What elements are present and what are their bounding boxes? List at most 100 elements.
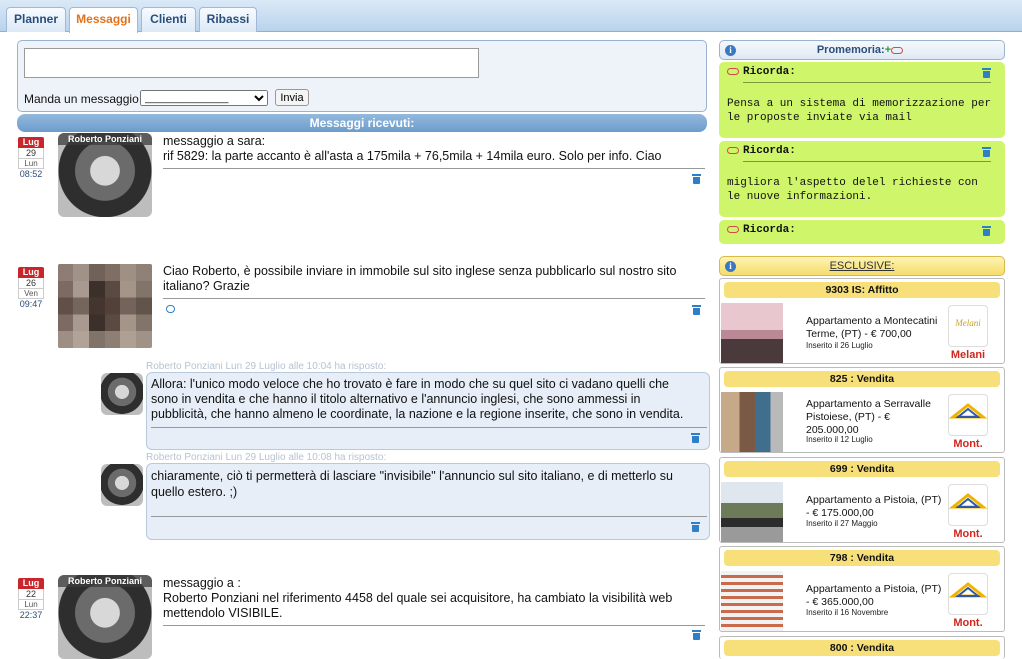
trash-icon[interactable]	[692, 630, 701, 640]
avatar	[101, 373, 143, 415]
cloud-icon	[891, 46, 904, 54]
listing-title: 9303 IS: Affitto	[724, 282, 1000, 298]
recipient-select[interactable]: _______________	[140, 90, 268, 106]
trash-icon[interactable]	[692, 305, 701, 315]
listing-title: 825 : Vendita	[724, 371, 1000, 387]
reminder-heading-text: Ricorda:	[743, 66, 796, 78]
cloud-icon	[727, 67, 739, 75]
listing-desc-line: Appartamento a Pistoia, (PT)	[806, 583, 942, 595]
exclusive-header: i ESCLUSIVE:	[719, 256, 1005, 276]
trash-icon[interactable]	[982, 147, 991, 157]
avatar	[101, 464, 143, 506]
agency-logo-text: Melani	[955, 318, 981, 328]
agency-name: Melani	[950, 349, 986, 361]
agency-name: Mont.	[953, 617, 983, 629]
reminders-title: Promemoria:	[816, 44, 885, 56]
listing-desc-line: Terme, (PT) - € 700,00	[806, 328, 912, 340]
tab-messaggi[interactable]: Messaggi	[69, 7, 138, 33]
reply-line: chiaramente, ciò ti permetterà di lascia…	[151, 469, 673, 483]
avatar-name: Roberto Ponziani	[58, 133, 152, 145]
trash-icon[interactable]	[692, 174, 701, 184]
reminder-line: le proposte inviate via mail	[727, 112, 912, 124]
message-line: rif 5829: la parte accanto è all'asta a …	[163, 149, 662, 163]
message-textarea[interactable]	[24, 48, 479, 78]
info-icon: i	[725, 261, 736, 272]
divider	[163, 168, 705, 169]
listing-title: 798 : Vendita	[724, 550, 1000, 566]
listing-card[interactable]: 800 : Vendita	[719, 636, 1005, 659]
send-button[interactable]: Invia	[275, 89, 309, 106]
tab-clienti[interactable]: Clienti	[141, 7, 196, 32]
message-line: Ciao Roberto, è possibile inviare in imm…	[163, 264, 677, 278]
agency-name: Mont.	[953, 438, 983, 450]
reminder-heading: Ricorda:	[727, 145, 796, 157]
reminder-heading: Ricorda:	[727, 66, 796, 78]
listing-desc-line: Appartamento a Serravalle	[806, 398, 931, 410]
divider	[151, 516, 707, 517]
date-month: Lug	[18, 137, 44, 148]
trash-icon[interactable]	[982, 68, 991, 78]
agency-name: Mont.	[953, 528, 983, 540]
cloud-icon	[727, 225, 739, 233]
date-weekday: Lun	[18, 600, 44, 610]
trash-icon[interactable]	[691, 433, 700, 443]
date-time: 22:37	[19, 610, 43, 620]
message-line: Roberto Ponziani nel riferimento 4458 de…	[163, 591, 673, 605]
agency-logo: Melani	[948, 305, 988, 347]
listing-desc-line: Appartamento a Pistoia, (PT)	[806, 494, 942, 506]
info-icon: i	[725, 45, 736, 56]
reply-header: Roberto Ponziani Lun 29 Luglio alle 10:0…	[146, 452, 387, 463]
listing-title: 699 : Vendita	[724, 461, 1000, 477]
reply-icon[interactable]	[166, 305, 175, 313]
listing-photo	[721, 571, 783, 631]
avatar	[58, 264, 152, 348]
reply-line: Allora: l'unico modo veloce che ho trova…	[151, 377, 669, 391]
date-weekday: Ven	[18, 289, 44, 299]
agency-logo	[948, 484, 988, 526]
reminder-line: migliora l'aspetto delel richieste con	[727, 177, 978, 189]
trash-icon[interactable]	[691, 522, 700, 532]
reply-line: quello estero. ;)	[151, 485, 238, 499]
date-day: 22	[18, 589, 44, 600]
message-line: mettendolo VISIBILE.	[163, 606, 283, 620]
listing-photo	[721, 482, 783, 542]
reminder-heading-text: Ricorda:	[743, 145, 796, 157]
listing-inserted-date: Inserito il 12 Luglio	[806, 435, 873, 444]
date-badge: Lug 22 Lun 22:37	[18, 578, 44, 621]
date-time: 09:47	[19, 299, 43, 309]
reminder-note: Ricorda: migliora l'aspetto delel richie…	[719, 141, 1005, 217]
agency-logo	[948, 573, 988, 615]
date-day: 29	[18, 148, 44, 159]
divider	[743, 82, 991, 83]
reminder-heading-text: Ricorda:	[743, 224, 796, 236]
divider	[163, 298, 705, 299]
date-day: 26	[18, 278, 44, 289]
listing-card[interactable]: 699 : Vendita Appartamento a Pistoia, (P…	[719, 457, 1005, 543]
tab-ribassi[interactable]: Ribassi	[199, 7, 257, 32]
listing-desc-line: Appartamento a Montecatini	[806, 315, 938, 327]
received-messages-title: Messaggi ricevuti:	[17, 114, 707, 132]
house-icon	[948, 403, 988, 419]
date-weekday: Lun	[18, 159, 44, 169]
reminder-note: Ricorda: Pensa a un sistema di memorizza…	[719, 62, 1005, 138]
listing-card[interactable]: 825 : Vendita Appartamento a Serravalle …	[719, 367, 1005, 453]
listing-card[interactable]: 9303 IS: Affitto Appartamento a Montecat…	[719, 278, 1005, 364]
listing-inserted-date: Inserito il 27 Maggio	[806, 519, 878, 528]
listing-card[interactable]: 798 : Vendita Appartamento a Pistoia, (P…	[719, 546, 1005, 632]
trash-icon[interactable]	[982, 226, 991, 236]
avatar: Roberto Ponziani	[58, 575, 152, 659]
exclusive-title[interactable]: ESCLUSIVE:	[830, 260, 895, 272]
reminder-body: Pensa a un sistema di memorizzazione per…	[727, 97, 997, 125]
reply-header: Roberto Ponziani Lun 29 Luglio alle 10:0…	[146, 361, 387, 372]
house-icon	[948, 582, 988, 598]
recipient-label: Manda un messaggio a	[24, 92, 149, 106]
date-time: 08:52	[19, 169, 43, 179]
date-badge: Lug 29 Lun 08:52	[18, 137, 44, 180]
date-month: Lug	[18, 267, 44, 278]
message-line: messaggio a :	[163, 576, 241, 590]
compose-panel: Manda un messaggio a _______________ Inv…	[17, 40, 707, 112]
agency-logo	[948, 394, 988, 436]
tab-planner[interactable]: Planner	[6, 7, 66, 32]
reply-bubble: chiaramente, ciò ti permetterà di lascia…	[146, 463, 710, 540]
cloud-icon	[727, 146, 739, 154]
